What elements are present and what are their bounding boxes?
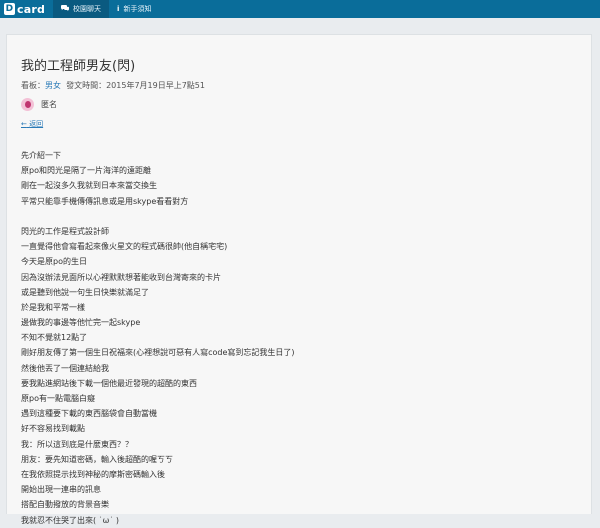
post-line: 好不容易找到載點 [21, 424, 85, 434]
post-line: 在我依照提示找到神秘的摩斯密碼輸入後 [21, 469, 165, 479]
logo-text: card [17, 2, 46, 16]
post-content: 先介紹一下原po和閃光是隔了一片海洋的遠距離 剛在一起沒多久我就到日本來當交換生平… [21, 148, 581, 528]
post-time: 2015年7月19日早上7點51 [106, 81, 205, 90]
post-line: 搭配自動撥放的背景音樂 [21, 500, 109, 510]
post-line: 閃光的工作是程式設計師 [21, 226, 109, 236]
dcard-logo[interactable]: D card [0, 0, 53, 18]
top-nav-bar: D card 校園聊天 i 新手須知 [0, 0, 600, 18]
post-line: 遇到這種要下載的東西腦袋會自動當機 [21, 409, 157, 419]
post-line: 剛好朋友傳了第一個生日祝福來(心裡想說可惡有人寫code寫到忘記我生日了) [21, 348, 295, 358]
post-line: 不知不覺就12點了 [21, 333, 88, 343]
post-line: 然後他丟了一個連結給我 [21, 363, 109, 373]
post-line: 要我點進網站後下載一個他最近發現的超酷的東西 [21, 378, 197, 388]
post-line: 或是聽到他說一句生日快樂就滿足了 [21, 287, 149, 297]
tab-label: 新手須知 [123, 5, 152, 13]
post-line: 先介紹一下 [21, 151, 61, 160]
board-link[interactable]: 男女 [45, 81, 61, 90]
post-card: 我的工程師男友(閃) 看板：男女 發文時間：2015年7月19日早上7點51 匿… [6, 34, 592, 525]
post-line: 平常只能靠手機傳傳訊息或是用skype看看對方 [21, 196, 189, 206]
post-meta: 看板：男女 發文時間：2015年7月19日早上7點51 [21, 80, 205, 91]
info-icon: i [117, 5, 120, 13]
post-line: 邊做我的事邊等他忙完一起skype [21, 318, 141, 328]
tab-label: 校園聊天 [73, 5, 102, 13]
back-link[interactable]: ← 返回 [21, 119, 43, 129]
post-line: 剛在一起沒多久我就到日本來當交換生 [21, 181, 157, 191]
tab-campus-chat[interactable]: 校園聊天 [53, 0, 110, 18]
post-line: 於是我和平常一樣 [21, 302, 85, 312]
post-line: 原po有一點電腦白癡 [21, 394, 95, 403]
chat-icon [61, 5, 70, 13]
author-name: 匿名 [41, 99, 57, 109]
author-row: 匿名 [21, 97, 57, 111]
post-line: 朋友：要先知道密碼，輸入後超酷的喔ㄎㄎ [21, 454, 173, 464]
avatar [21, 97, 34, 111]
post-title: 我的工程師男友(閃) [21, 59, 136, 74]
post-line: 開始出現一連串的訊息 [21, 485, 101, 495]
post-line: 原po和閃光是隔了一片海洋的遠距離 [21, 166, 151, 176]
logo-d-icon: D [4, 3, 15, 15]
tab-newbie-guide[interactable]: i 新手須知 [109, 0, 159, 18]
post-line: 一直覺得他會寫看起來像火星文的程式碼很帥(他自稱宅宅) [21, 242, 228, 252]
time-label: 發文時間： [66, 81, 107, 90]
post-line: 我就忍不住哭了出來( ˙ω˙ ) [21, 515, 120, 525]
post-line: 我：所以這到底是什麼東西？？ [21, 439, 133, 449]
post-line: 因為沒辦法見面所以心裡默默想著能收到台灣寄來的卡片 [21, 272, 221, 282]
back-label: 返回 [29, 120, 44, 128]
board-label: 看板： [21, 81, 45, 90]
post-line: 今天是原po的生日 [21, 257, 87, 267]
back-arrow-icon: ← [21, 120, 27, 128]
